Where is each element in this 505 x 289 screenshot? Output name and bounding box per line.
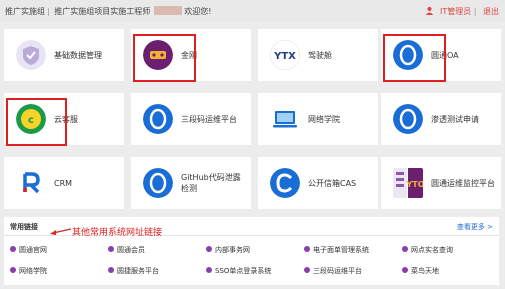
o-logo-icon — [143, 168, 173, 198]
svg-text:YTX: YTX — [273, 51, 296, 62]
tile-label: 驾驶舱 — [308, 50, 332, 60]
link-label: SSO单点登录系统 — [215, 267, 272, 275]
link-dot-icon — [108, 267, 114, 273]
link-label: 内部事务网 — [215, 246, 250, 254]
tile-label: 公开信箱CAS — [308, 178, 357, 188]
link-dot-icon — [402, 267, 408, 273]
link-dot-icon — [304, 246, 310, 252]
tile-label: 网络学院 — [308, 114, 340, 124]
link-item[interactable]: 网点实名查询 — [402, 245, 453, 255]
app-tile-cockpit[interactable]: YTX 驾驶舱 — [258, 29, 378, 81]
app-tile-pentest[interactable]: 渗透测试申请 — [381, 93, 501, 145]
logout-link[interactable]: 退出 — [483, 7, 499, 16]
link-dot-icon — [206, 267, 212, 273]
welcome-line: 推广实施组 | 推广实施组项目实施工程师 欢迎您! — [5, 6, 213, 17]
tile-label: CRM — [54, 178, 73, 188]
link-label: 菜鸟天地 — [411, 267, 439, 275]
svg-text:YTO: YTO — [405, 180, 423, 189]
link-item[interactable]: 内部事务网 — [206, 245, 250, 255]
app-tile-crm[interactable]: CRM — [4, 157, 124, 209]
o-logo-icon — [393, 104, 423, 134]
app-tile-ops-monitor[interactable]: YTO 圆通运维监控平台 — [381, 157, 501, 209]
links-title: 常用链接 — [10, 223, 38, 231]
link-item[interactable]: SSO单点登录系统 — [206, 266, 271, 276]
crm-logo-icon — [16, 168, 46, 198]
separator: | — [47, 7, 50, 16]
app-tile-basic-data[interactable]: 基础数据管理 — [4, 29, 124, 81]
redacted-name — [154, 6, 183, 15]
tile-label: 基础数据管理 — [54, 50, 102, 60]
link-item[interactable]: 菜鸟天地 — [402, 266, 439, 276]
app-tile-network-academy[interactable]: 网络学院 — [258, 93, 378, 145]
tile-label: 渗透测试申请 — [431, 114, 479, 124]
link-item[interactable]: 圆通官网 — [10, 245, 47, 255]
highlight-box — [6, 98, 67, 146]
link-label: 电子面单管理系统 — [313, 246, 369, 254]
role-name: 推广实施组项目实施工程师 — [54, 7, 151, 16]
annotation-text: 其他常用系统网址链接 — [72, 228, 163, 238]
laptop-icon — [273, 111, 297, 128]
tile-label: 圆通运维监控平台 — [431, 178, 495, 188]
separator: | — [473, 7, 477, 16]
user-area: IT管理员 | 退出 — [425, 6, 499, 17]
link-label: 三段码运维平台 — [313, 267, 362, 275]
link-item[interactable]: 网络学院 — [10, 266, 47, 276]
link-item[interactable]: 圆捷服务平台 — [108, 266, 159, 276]
user-icon — [426, 6, 434, 15]
link-item[interactable]: 电子面单管理系统 — [304, 245, 369, 255]
link-dot-icon — [206, 246, 212, 252]
link-dot-icon — [304, 267, 310, 273]
link-label: 网点实名查询 — [411, 246, 453, 254]
link-dot-icon — [108, 246, 114, 252]
view-more-link[interactable]: 查看更多 > — [457, 222, 493, 232]
link-item[interactable]: 圆通会员 — [108, 245, 145, 255]
annotation-arrow-icon — [50, 228, 72, 235]
link-label: 网络学院 — [19, 267, 47, 275]
o-logo-icon — [143, 104, 173, 134]
app-tile-sanduanma[interactable]: 三段码运维平台 — [131, 93, 251, 145]
monitor-logo-icon: YTO — [393, 168, 423, 198]
tile-label: 三段码运维平台 — [181, 114, 237, 124]
tile-label: GitHub代码泄露检测 — [181, 173, 241, 193]
shield-icon — [16, 40, 46, 70]
link-label: 圆通会员 — [117, 246, 145, 254]
link-item[interactable]: 三段码运维平台 — [304, 266, 362, 276]
link-label: 圆捷服务平台 — [117, 267, 159, 275]
link-label: 圆通官网 — [19, 246, 47, 254]
user-link[interactable]: IT管理员 — [440, 7, 471, 16]
link-dot-icon — [10, 267, 16, 273]
c-logo-icon — [270, 168, 300, 198]
app-tile-github-leak[interactable]: GitHub代码泄露检测 — [131, 157, 251, 209]
app-tile-mailbox-cas[interactable]: 公开信箱CAS — [258, 157, 378, 209]
org-name: 推广实施组 — [5, 7, 45, 16]
cockpit-logo-icon: YTX — [270, 40, 300, 70]
link-dot-icon — [10, 246, 16, 252]
link-dot-icon — [402, 246, 408, 252]
top-bar: 推广实施组 | 推广实施组项目实施工程师 欢迎您! IT管理员 | 退出 — [0, 0, 505, 22]
highlight-box — [133, 34, 196, 82]
highlight-box — [383, 34, 446, 82]
welcome-text: 欢迎您! — [184, 7, 212, 16]
